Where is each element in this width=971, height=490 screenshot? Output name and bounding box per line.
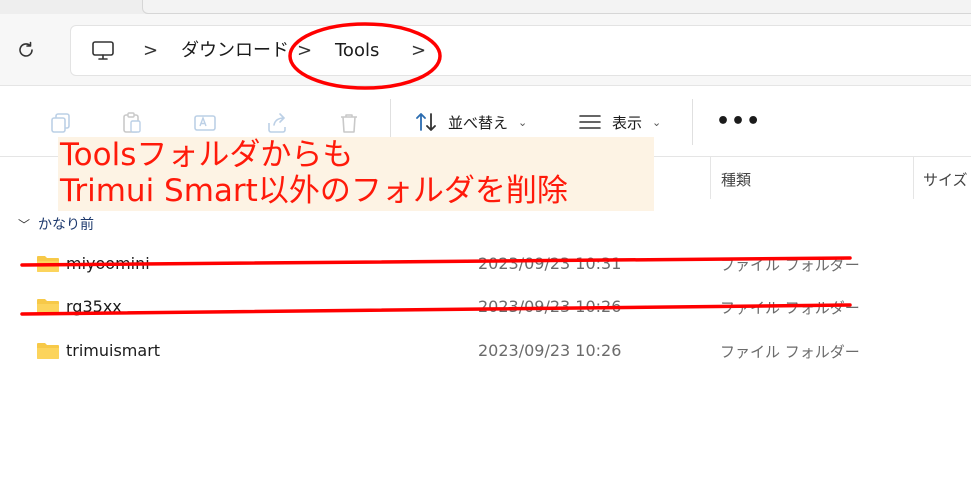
sort-button[interactable]: 並べ替え ⌄ (414, 107, 527, 137)
file-name: miyoomini (66, 254, 150, 273)
view-label: 表示 (612, 113, 643, 132)
this-pc-icon[interactable] (91, 39, 115, 63)
chevron-down-icon[interactable]: ﹀ (18, 216, 30, 233)
toolbar-divider (692, 99, 693, 145)
active-tab-edge (142, 0, 971, 14)
annotation-line-2: Trimui Smart以外のフォルダを削除 (60, 173, 568, 209)
file-row[interactable]: miyoomini 2023/09/23 10:31 ファイル フォルダー (0, 244, 971, 284)
view-list-icon (579, 115, 601, 129)
annotation-callout: Toolsフォルダからも Trimui Smart以外のフォルダを削除 (58, 137, 654, 211)
file-name: rg35xx (66, 297, 122, 316)
file-type: ファイル フォルダー (720, 299, 860, 317)
column-separator[interactable] (913, 157, 914, 199)
breadcrumb-separator[interactable]: > (297, 39, 312, 63)
column-header-size[interactable]: サイズ (923, 169, 968, 190)
folder-icon (37, 343, 59, 359)
group-header[interactable]: ﹀ かなり前 (18, 214, 94, 234)
file-row[interactable]: rg35xx 2023/09/23 10:26 ファイル フォルダー (0, 287, 971, 327)
file-date: 2023/09/23 10:26 (478, 341, 622, 360)
copy-icon[interactable] (48, 110, 74, 136)
view-button[interactable]: 表示 ⌄ (578, 107, 661, 137)
tab-strip (0, 0, 971, 14)
folder-icon (37, 299, 59, 315)
share-icon[interactable] (264, 110, 290, 136)
address-row: > ダウンロード > Tools > (0, 14, 971, 86)
breadcrumb-separator[interactable]: > (411, 39, 426, 63)
rename-icon[interactable] (192, 110, 218, 136)
annotation-line-1: Toolsフォルダからも (60, 137, 354, 173)
column-separator[interactable] (710, 157, 711, 199)
file-name: trimuismart (66, 341, 161, 360)
more-options-button[interactable]: ••• (716, 109, 761, 134)
file-date: 2023/09/23 10:31 (478, 254, 622, 273)
file-row[interactable]: trimuismart 2023/09/23 10:26 ファイル フォルダー (0, 331, 971, 371)
group-label: かなり前 (38, 217, 95, 233)
chevron-down-icon: ⌄ (518, 115, 528, 129)
column-header-type[interactable]: 種類 (721, 169, 751, 190)
file-type: ファイル フォルダー (720, 256, 860, 274)
file-date: 2023/09/23 10:26 (478, 297, 622, 316)
sort-label: 並べ替え (448, 113, 509, 132)
delete-icon[interactable] (336, 110, 362, 136)
chevron-down-icon: ⌄ (652, 115, 662, 129)
address-bar[interactable]: > ダウンロード > Tools > (70, 25, 971, 76)
breadcrumb-separator[interactable]: > (143, 39, 158, 63)
file-type: ファイル フォルダー (720, 343, 860, 361)
paste-icon[interactable] (119, 110, 145, 136)
refresh-icon[interactable] (14, 38, 38, 62)
breadcrumb-item-tools[interactable]: Tools (335, 39, 379, 63)
breadcrumb-item-downloads[interactable]: ダウンロード (181, 39, 289, 63)
sort-icon (416, 113, 436, 131)
folder-icon (37, 256, 59, 272)
